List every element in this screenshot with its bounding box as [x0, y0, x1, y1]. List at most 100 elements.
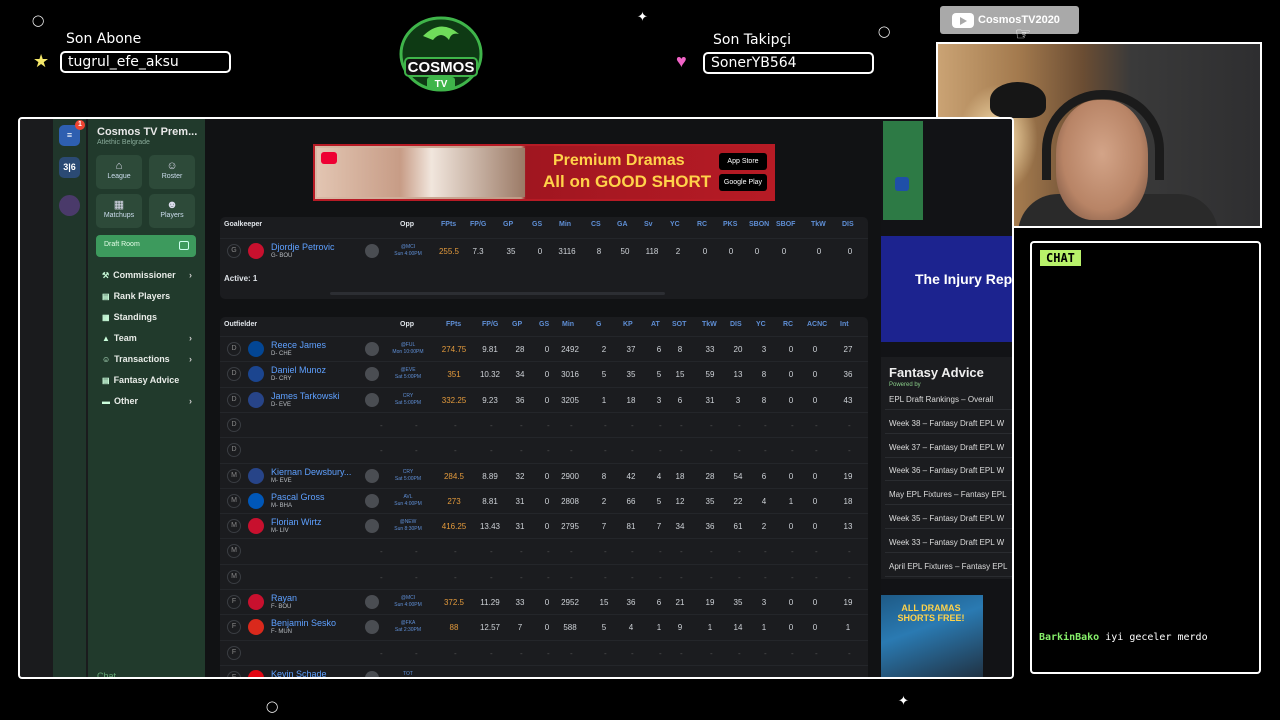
- column-header[interactable]: GP: [503, 221, 513, 228]
- opponent[interactable]: @EVE Sat 5:00PM: [388, 367, 428, 381]
- player-name[interactable]: Florian Wirtz: [271, 517, 322, 527]
- player-row[interactable]: M-----------------: [220, 538, 868, 563]
- opponent[interactable]: @MCI Sun 4:00PM: [388, 595, 428, 609]
- nav-standings[interactable]: ▦ Standings: [102, 312, 192, 322]
- column-header[interactable]: Min: [559, 221, 571, 228]
- player-name[interactable]: Kevin Schade: [271, 669, 327, 677]
- player-row[interactable]: F-----------------: [220, 639, 868, 665]
- swap-icon[interactable]: [365, 244, 379, 258]
- column-header[interactable]: AT: [651, 321, 660, 328]
- player-row[interactable]: D-----------------: [220, 437, 868, 462]
- opponent[interactable]: @NEW Sun 8:30PM: [388, 519, 428, 533]
- player-row[interactable]: D James Tarkowski D- EVE CRY Sat 5:00PM 332.2…: [220, 386, 868, 412]
- column-header[interactable]: Min: [562, 321, 574, 328]
- column-header[interactable]: TkW: [811, 221, 826, 228]
- column-header[interactable]: FPts: [446, 321, 461, 328]
- advice-link[interactable]: EPL Draft Rankings – Overall: [889, 395, 993, 404]
- player-name[interactable]: Benjamin Sesko: [271, 618, 336, 628]
- swap-icon[interactable]: [365, 519, 379, 534]
- column-header[interactable]: FP/G: [482, 321, 498, 328]
- tile-matchups[interactable]: ▦ Matchups: [96, 194, 142, 228]
- player-name[interactable]: Rayan: [271, 593, 297, 603]
- column-header[interactable]: KP: [623, 321, 633, 328]
- swap-icon[interactable]: [365, 392, 379, 407]
- column-header[interactable]: DIS: [842, 221, 854, 228]
- column-header[interactable]: Opp: [400, 221, 414, 228]
- player-name[interactable]: James Tarkowski: [271, 391, 339, 401]
- team-name[interactable]: Cosmos TV Prem...: [97, 126, 197, 138]
- player-name[interactable]: Pascal Gross: [271, 492, 325, 502]
- column-header[interactable]: FP/G: [470, 221, 486, 228]
- column-header[interactable]: Sv: [644, 221, 653, 228]
- swap-icon[interactable]: [365, 493, 379, 508]
- advice-link[interactable]: April EPL Fixtures – Fantasy EPL: [889, 562, 1007, 571]
- swap-icon[interactable]: [365, 342, 379, 356]
- advice-link[interactable]: Week 38 – Fantasy Draft EPL W: [889, 419, 1004, 428]
- tile-roster[interactable]: ☺ Roster: [149, 155, 195, 189]
- player-row[interactable]: D Daniel Munoz D- CRY @EVE Sat 5:00PM 351 10.3…: [220, 361, 868, 386]
- player-name[interactable]: Djordje Petrovic: [271, 242, 335, 252]
- opponent[interactable]: TOT: [388, 671, 428, 677]
- column-header[interactable]: DIS: [730, 321, 742, 328]
- player-row[interactable]: F Benjamin Sesko F- MUN @FKA Sat 2:30PM 88 12.…: [220, 614, 868, 639]
- google-play-badge[interactable]: Google Play: [719, 174, 767, 191]
- ad-banner[interactable]: Premium Dramas All on GOOD SHORT App Sto…: [313, 144, 775, 201]
- advice-link[interactable]: May EPL Fixtures – Fantasy EPL: [889, 490, 1007, 499]
- column-header[interactable]: G: [596, 321, 601, 328]
- nav-commissioner[interactable]: ⚒ Commissioner ›: [102, 270, 192, 280]
- player-name[interactable]: Reece James: [271, 340, 326, 350]
- app-store-badge[interactable]: App Store: [719, 153, 767, 170]
- opponent[interactable]: CRY Sat 5:00PM: [388, 393, 428, 407]
- draft-room-button[interactable]: Draft Room: [96, 235, 196, 257]
- column-header[interactable]: Opp: [400, 321, 414, 328]
- player-row[interactable]: D Reece James D- CHE @FUL Mon 10:00PM 274.75 9…: [220, 336, 868, 361]
- player-row[interactable]: F Rayan F- BOU @MCI Sun 4:00PM 372.5 11.29 33 0 2…: [220, 589, 868, 614]
- advice-link[interactable]: Week 37 – Fantasy Draft EPL W: [889, 443, 1004, 452]
- player-row[interactable]: M Pascal Gross M- BHA AVL Sun 4:00PM 273 8.81 3…: [220, 487, 868, 513]
- player-row[interactable]: F Kevin Schade TOT: [220, 664, 868, 677]
- player-row[interactable]: M Florian Wirtz M- LIV @NEW Sun 8:30PM 416.25…: [220, 513, 868, 538]
- column-header[interactable]: YC: [670, 221, 680, 228]
- youtube-channel-pill[interactable]: CosmosTV2020: [940, 6, 1079, 34]
- advice-link[interactable]: Week 35 – Fantasy Draft EPL W: [889, 514, 1004, 523]
- advice-link[interactable]: Week 33 – Fantasy Draft EPL W: [889, 538, 1004, 547]
- swap-icon[interactable]: [365, 620, 379, 635]
- opponent[interactable]: AVL Sun 4:00PM: [388, 494, 428, 508]
- swap-icon[interactable]: [365, 367, 379, 382]
- chat-footer[interactable]: Chat: [97, 671, 116, 677]
- column-header[interactable]: GS: [539, 321, 549, 328]
- shorts-ad[interactable]: ALL DRAMAS SHORTS FREE!: [881, 595, 983, 677]
- column-header[interactable]: CS: [591, 221, 601, 228]
- player-name[interactable]: Kiernan Dewsbury...: [271, 467, 351, 477]
- team-avatar[interactable]: [59, 195, 80, 216]
- opponent[interactable]: @MCI Sun 4:00PM: [388, 244, 428, 258]
- menu-button[interactable]: ≡ 1: [59, 120, 85, 146]
- formation-preview[interactable]: [883, 121, 923, 220]
- horizontal-scrollbar[interactable]: [330, 292, 665, 295]
- column-header[interactable]: TkW: [702, 321, 717, 328]
- column-header[interactable]: GS: [532, 221, 542, 228]
- nav-other[interactable]: ▬ Other ›: [102, 396, 192, 406]
- nav-transactions[interactable]: ☺ Transactions ›: [102, 354, 192, 364]
- nav-rank-players[interactable]: ▤ Rank Players: [102, 291, 192, 301]
- opponent[interactable]: @FKA Sat 2:30PM: [388, 620, 428, 634]
- swap-icon[interactable]: [365, 670, 379, 677]
- column-header[interactable]: GA: [617, 221, 628, 228]
- swap-icon[interactable]: [365, 468, 379, 483]
- column-header[interactable]: YC: [756, 321, 766, 328]
- column-header[interactable]: PKS: [723, 221, 737, 228]
- column-header[interactable]: SOT: [672, 321, 686, 328]
- column-header[interactable]: RC: [783, 321, 793, 328]
- tile-players[interactable]: ☻ Players: [149, 194, 195, 228]
- tile-league[interactable]: ⌂ League: [96, 155, 142, 189]
- opponent[interactable]: @FUL Mon 10:00PM: [388, 342, 428, 356]
- league-switch-button[interactable]: 3|6: [59, 157, 80, 178]
- column-header[interactable]: Int: [840, 321, 849, 328]
- player-row[interactable]: D-----------------: [220, 411, 868, 437]
- advice-link[interactable]: Week 36 – Fantasy Draft EPL W: [889, 466, 1004, 475]
- nav-fantasy-advice[interactable]: ▤ Fantasy Advice: [102, 375, 192, 385]
- player-row[interactable]: M Kiernan Dewsbury... M- EVE CRY Sat 5:00PM 2…: [220, 462, 868, 488]
- column-header[interactable]: FPts: [441, 221, 456, 228]
- column-header[interactable]: SBOF: [776, 221, 795, 228]
- swap-icon[interactable]: [365, 595, 379, 609]
